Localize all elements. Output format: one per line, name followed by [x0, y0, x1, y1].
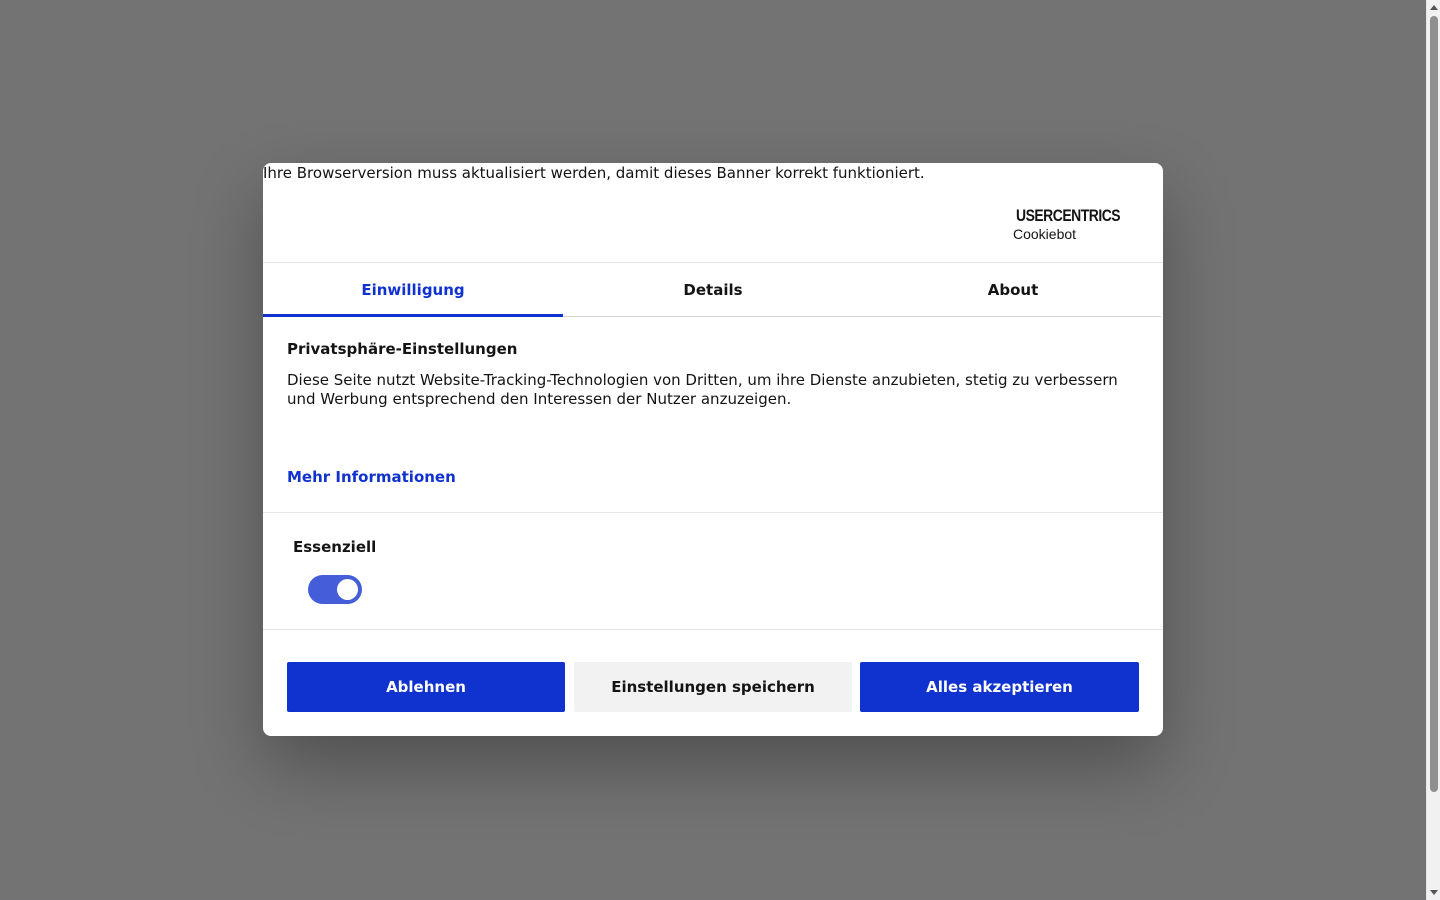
brand-product: Cookiebot [1013, 226, 1077, 242]
essential-category-label: Essenziell [293, 538, 377, 556]
brand-logo: USERCENTRICS Cookiebot [1013, 207, 1143, 243]
buttons-divider [263, 629, 1163, 630]
save-settings-button[interactable]: Einstellungen speichern [574, 662, 852, 712]
scroll-down-icon[interactable] [1430, 890, 1438, 895]
decline-button[interactable]: Ablehnen [287, 662, 565, 712]
tab-about[interactable]: About [863, 263, 1163, 317]
tab-details[interactable]: Details [563, 263, 863, 317]
scroll-up-icon[interactable] [1430, 5, 1438, 10]
accept-all-button[interactable]: Alles akzeptieren [860, 662, 1139, 712]
tab-einwilligung[interactable]: Einwilligung [263, 263, 563, 317]
content-divider [263, 512, 1163, 513]
essential-toggle[interactable] [308, 575, 362, 604]
brand-name: USERCENTRICS [1016, 206, 1121, 225]
privacy-settings-text: Diese Seite nutzt Website-Tracking-Techn… [287, 371, 1118, 408]
page-scrollbar[interactable] [1426, 0, 1440, 900]
tab-bar: Einwilligung Details About [263, 263, 1163, 317]
toggle-knob [337, 579, 358, 600]
more-info-link[interactable]: Mehr Informationen [287, 468, 456, 486]
browser-warning-text: Ihre Browserversion muss aktualisiert we… [263, 164, 925, 182]
tab-underline [563, 316, 1161, 317]
scroll-thumb[interactable] [1430, 16, 1438, 792]
cookie-consent-dialog: Ihre Browserversion muss aktualisiert we… [263, 163, 1163, 736]
privacy-settings-title: Privatsphäre-Einstellungen [287, 340, 518, 358]
